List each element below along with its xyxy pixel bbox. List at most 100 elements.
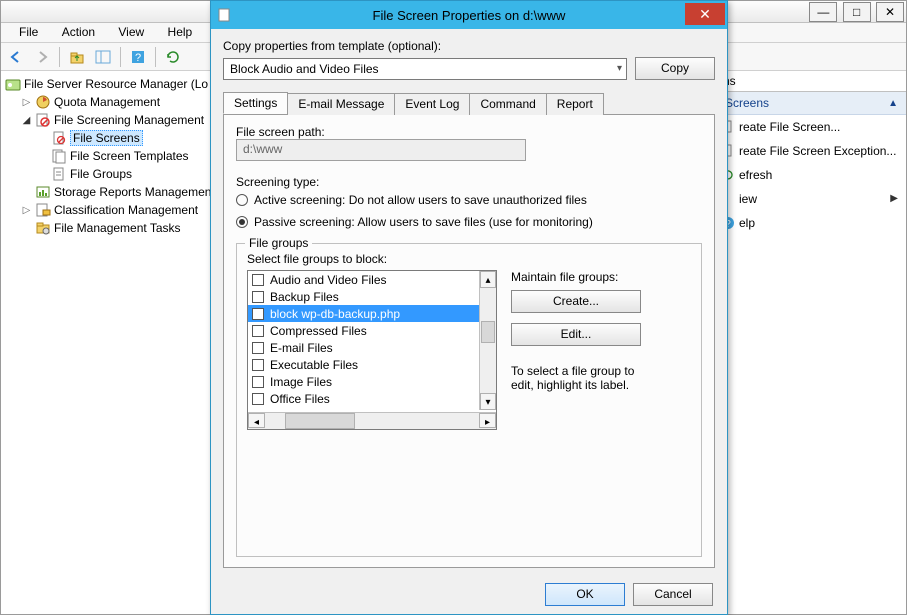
tree-classification[interactable]: ▷ Classification Management [21, 201, 228, 219]
hint-text: To select a file group to edit, highligh… [511, 364, 691, 392]
action-view[interactable]: iew [717, 187, 906, 211]
checkbox[interactable] [252, 325, 264, 337]
file-screen-properties-dialog: File Screen Properties on d:\www ✕ Copy … [210, 0, 728, 615]
scroll-down-button[interactable]: ▾ [480, 393, 496, 410]
file-group-label: block wp-db-backup.php [270, 307, 400, 321]
path-value: d:\www [236, 139, 526, 161]
action-create-file-screen[interactable]: reate File Screen... [717, 115, 906, 139]
copy-button[interactable]: Copy [635, 57, 715, 80]
tree-file-screening[interactable]: ◢ File Screening Management [21, 111, 228, 129]
dialog-titlebar[interactable]: File Screen Properties on d:\www ✕ [211, 1, 727, 29]
template-icon [51, 148, 67, 164]
template-selected: Block Audio and Video Files [230, 62, 379, 76]
actions-header: ns [717, 71, 906, 92]
tab-eventlog[interactable]: Event Log [394, 93, 470, 115]
tab-settings[interactable]: Settings [223, 92, 288, 114]
radio-active-screening[interactable]: Active screening: Do not allow users to … [236, 193, 702, 207]
template-combo[interactable]: Block Audio and Video Files ▾ [223, 58, 627, 80]
forward-button[interactable] [31, 46, 53, 68]
svg-text:?: ? [135, 52, 141, 64]
file-group-item[interactable]: Executable Files [248, 356, 496, 373]
copy-template-label: Copy properties from template (optional)… [223, 39, 715, 53]
ok-button[interactable]: OK [545, 583, 625, 606]
chevron-down-icon: ▾ [617, 63, 622, 74]
checkbox[interactable] [252, 342, 264, 354]
dialog-title: File Screen Properties on d:\www [211, 8, 727, 23]
minimize-button[interactable]: — [809, 2, 837, 22]
tree-quota[interactable]: ▷ Quota Management [21, 93, 228, 111]
show-hide-tree-button[interactable] [92, 46, 114, 68]
tree-file-groups[interactable]: File Groups [37, 165, 228, 183]
checkbox[interactable] [252, 376, 264, 388]
cancel-button[interactable]: Cancel [633, 583, 713, 606]
scroll-thumb[interactable] [285, 413, 355, 429]
fsrm-icon [5, 76, 21, 92]
dialog-footer: OK Cancel [211, 574, 727, 614]
reports-icon [35, 184, 51, 200]
file-group-label: Compressed Files [270, 324, 367, 338]
maximize-button[interactable]: □ [843, 2, 871, 22]
menu-action[interactable]: Action [52, 23, 105, 41]
scroll-thumb[interactable] [481, 321, 495, 343]
scroll-up-button[interactable]: ▴ [480, 271, 496, 288]
file-groups-groupbox: File groups Select file groups to block:… [236, 243, 702, 557]
scroll-left-button[interactable]: ◂ [248, 413, 265, 428]
file-group-item[interactable]: ✓ block wp-db-backup.php [248, 305, 496, 322]
vertical-scrollbar[interactable]: ▴ ▾ [479, 271, 496, 410]
tree-storage-reports[interactable]: Storage Reports Managemen [21, 183, 228, 201]
menu-file[interactable]: File [9, 23, 48, 41]
checkbox[interactable] [252, 274, 264, 286]
file-group-item[interactable]: Image Files [248, 373, 496, 390]
classification-icon [35, 202, 51, 218]
expand-icon[interactable]: ▷ [21, 205, 32, 216]
file-screen-icon [51, 130, 67, 146]
screening-icon [35, 112, 51, 128]
checkbox[interactable]: ✓ [252, 308, 264, 320]
tasks-icon [35, 220, 51, 236]
checkbox[interactable] [252, 393, 264, 405]
actions-pane: ns Screens ▲ reate File Screen... reate … [716, 71, 906, 608]
collapse-icon[interactable]: ◢ [21, 115, 32, 126]
checkbox[interactable] [252, 291, 264, 303]
path-label: File screen path: [236, 125, 702, 139]
groupbox-legend: File groups [245, 236, 312, 250]
screening-type-label: Screening type: [236, 175, 702, 189]
tree-templates[interactable]: File Screen Templates [37, 147, 228, 165]
scroll-right-button[interactable]: ▸ [479, 413, 496, 428]
action-refresh[interactable]: efresh [717, 163, 906, 187]
up-folder-button[interactable] [66, 46, 88, 68]
help-button[interactable]: ? [127, 46, 149, 68]
file-group-label: Office Files [270, 392, 330, 406]
edit-group-button[interactable]: Edit... [511, 323, 641, 346]
back-button[interactable] [5, 46, 27, 68]
menu-help[interactable]: Help [158, 23, 203, 41]
menu-view[interactable]: View [108, 23, 154, 41]
close-button[interactable]: ✕ [876, 2, 904, 22]
tab-command[interactable]: Command [469, 93, 546, 115]
action-create-exception[interactable]: reate File Screen Exception... [717, 139, 906, 163]
action-help[interactable]: ? elp [717, 211, 906, 235]
expand-icon[interactable]: ▷ [21, 97, 32, 108]
refresh-button[interactable] [162, 46, 184, 68]
file-group-item[interactable]: Office Files [248, 390, 496, 407]
file-group-label: E-mail Files [270, 341, 333, 355]
file-group-item[interactable]: Compressed Files [248, 322, 496, 339]
file-group-item[interactable]: E-mail Files [248, 339, 496, 356]
tree-root[interactable]: File Server Resource Manager (Lo [5, 75, 228, 93]
create-group-button[interactable]: Create... [511, 290, 641, 313]
tree-file-tasks[interactable]: File Management Tasks [21, 219, 228, 237]
dialog-close-button[interactable]: ✕ [685, 3, 725, 25]
tree-pane: File Server Resource Manager (Lo ▷ Quota… [1, 71, 231, 608]
file-group-label: Image Files [270, 375, 332, 389]
file-groups-listbox[interactable]: Audio and Video FilesBackup Files ✓ block … [247, 270, 497, 430]
tree-file-screens[interactable]: File Screens [37, 129, 228, 147]
tab-email[interactable]: E-mail Message [287, 93, 395, 115]
horizontal-scrollbar[interactable]: ◂ ▸ [248, 412, 496, 429]
checkbox[interactable] [252, 359, 264, 371]
collapse-icon[interactable]: ▲ [888, 98, 898, 109]
radio-passive-screening[interactable]: Passive screening: Allow users to save f… [236, 215, 702, 229]
select-groups-label: Select file groups to block: [247, 252, 691, 266]
file-group-item[interactable]: Backup Files [248, 288, 496, 305]
file-group-item[interactable]: Audio and Video Files [248, 271, 496, 288]
tab-report[interactable]: Report [546, 93, 604, 115]
